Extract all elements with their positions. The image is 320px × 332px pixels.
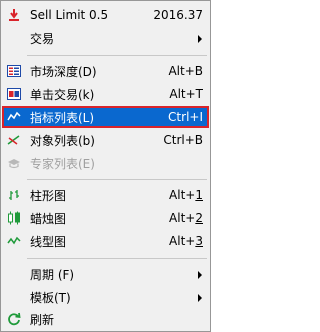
line-chart-shortcut: Alt+3 [169, 234, 203, 248]
sell-limit-price: 2016.37 [153, 8, 203, 22]
line-chart-label: 线型图 [30, 234, 67, 249]
trade-label: 交易 [30, 31, 55, 46]
menu-separator [27, 55, 207, 56]
menu-item-object-list[interactable]: 对象列表(b) Ctrl+B [2, 129, 209, 151]
object-list-shortcut: Ctrl+B [163, 133, 203, 147]
indicator-list-label: 指标列表(L) [30, 110, 95, 125]
menu-item-one-click-trade[interactable]: 单击交易(k) Alt+T [2, 83, 209, 105]
object-list-icon [6, 132, 22, 148]
submenu-arrow-icon [198, 294, 202, 302]
object-list-label: 对象列表(b) [30, 133, 95, 148]
bar-chart-icon [6, 187, 22, 203]
template-label: 模板(T) [30, 290, 71, 305]
menu-item-expert-list: 专家列表(E) [2, 152, 209, 174]
market-depth-shortcut: Alt+B [168, 64, 203, 78]
menu-item-market-depth[interactable]: 市场深度(D) Alt+B [2, 60, 209, 82]
candlestick-shortcut: Alt+2 [169, 211, 203, 225]
chart-context-menu: Sell Limit 0.5 2016.37 交易 市场深度(D) Alt+B [0, 0, 211, 332]
bar-chart-label: 柱形图 [30, 188, 67, 203]
candlestick-label: 蜡烛图 [30, 211, 67, 226]
menu-item-refresh[interactable]: 刷新 [2, 308, 209, 330]
menu-item-sell-limit[interactable]: Sell Limit 0.5 2016.37 [2, 4, 209, 26]
line-chart-icon [6, 233, 22, 249]
expert-hat-icon [6, 155, 22, 171]
submenu-arrow-icon [198, 271, 202, 279]
sell-limit-arrow-icon [6, 7, 22, 23]
indicator-list-shortcut: Ctrl+I [168, 110, 203, 124]
menu-item-line-chart[interactable]: 线型图 Alt+3 [2, 230, 209, 252]
market-depth-icon [6, 63, 22, 79]
refresh-label: 刷新 [30, 312, 55, 327]
refresh-icon [6, 311, 22, 327]
menu-separator [27, 179, 207, 180]
menu-item-candlestick-chart[interactable]: 蜡烛图 Alt+2 [2, 207, 209, 229]
sell-limit-label: Sell Limit 0.5 [30, 8, 109, 22]
menu-item-indicator-list[interactable]: 指标列表(L) Ctrl+I [2, 106, 209, 128]
one-click-trade-label: 单击交易(k) [30, 87, 95, 102]
market-depth-label: 市场深度(D) [30, 64, 97, 79]
menu-item-period[interactable]: 周期 (F) [2, 263, 209, 285]
one-click-trade-icon [6, 86, 22, 102]
expert-list-label: 专家列表(E) [30, 156, 95, 171]
period-label: 周期 (F) [30, 267, 75, 282]
submenu-arrow-icon [198, 35, 202, 43]
indicator-list-icon [6, 109, 22, 125]
bar-chart-shortcut: Alt+1 [169, 188, 203, 202]
menu-item-template[interactable]: 模板(T) [2, 286, 209, 308]
menu-separator [27, 258, 207, 259]
menu-item-bar-chart[interactable]: 柱形图 Alt+1 [2, 184, 209, 206]
menu-item-trade[interactable]: 交易 [2, 27, 209, 49]
candlestick-icon [6, 210, 22, 226]
one-click-trade-shortcut: Alt+T [169, 87, 203, 101]
